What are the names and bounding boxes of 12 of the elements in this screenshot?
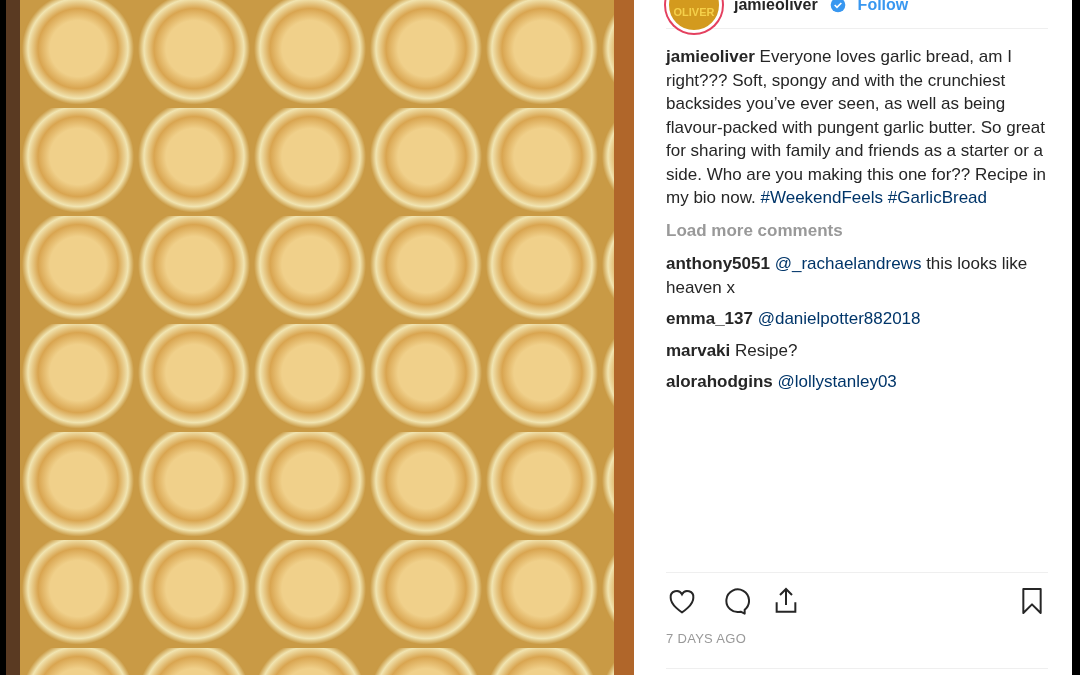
hashtag-link[interactable]: #GarlicBread	[887, 188, 987, 207]
verified-icon[interactable]	[829, 0, 846, 13]
comment: alorahodgins @lollystanley03	[666, 371, 898, 393]
comment: anthony5051 @_rachaelandrews this looks like heaven x	[666, 253, 1029, 299]
mention-link[interactable]: @_rachaelandrews	[774, 254, 922, 273]
timestamp: 7 DAYS AGO	[666, 626, 1048, 669]
mention-link[interactable]: @danielpotter882018	[757, 309, 921, 328]
mention-link[interactable]: @lollystanley03	[777, 372, 897, 391]
comment: emma_137 @danielpotter882018	[666, 308, 922, 330]
caption: jamieoliver Everyone loves garlic bread, am I right??? Soft, spongy and with the crunchiest backsides you’ve ever seen, as well as being flavour-packed with pungent garlic butter. So great for sharing with family and friends as a starter or a side. Who are you making this one for?? Recipe in my bio now. #WeekendFeels #GarlicBread	[666, 46, 1047, 209]
hashtag-link[interactable]: #WeekendFeels	[760, 188, 884, 207]
comment: marvaki Resipe?	[666, 339, 799, 362]
